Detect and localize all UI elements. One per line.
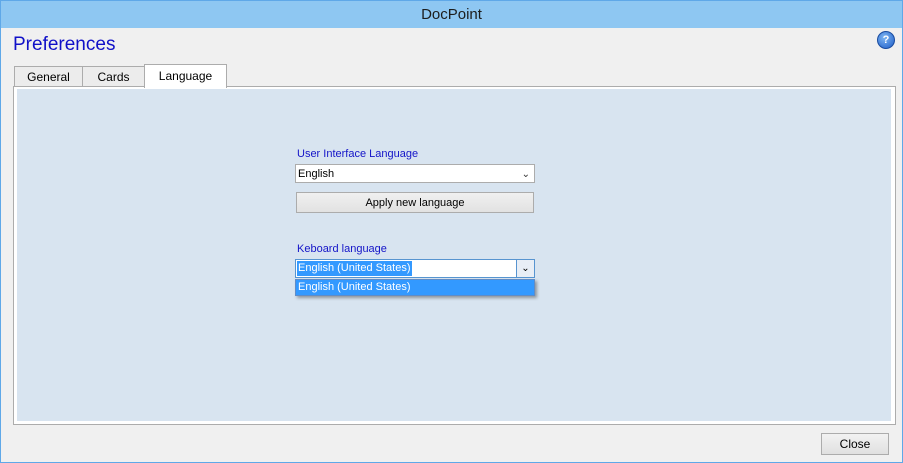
title-bar: DocPoint — [1, 1, 902, 28]
tab-language[interactable]: Language — [144, 64, 227, 88]
keyboard-language-value: English (United States) — [297, 261, 412, 276]
dropdown-option[interactable]: English (United States) — [296, 280, 534, 295]
keyboard-language-label: Keboard language — [297, 243, 387, 255]
language-panel — [17, 89, 891, 421]
chevron-down-icon: ⌄ — [521, 169, 530, 180]
ui-language-value: English — [298, 168, 335, 180]
close-button[interactable]: Close — [821, 433, 889, 455]
page-title: Preferences — [13, 34, 116, 55]
tab-cards[interactable]: Cards — [82, 66, 145, 87]
keyboard-language-dropdown: English (United States) — [295, 279, 535, 296]
keyboard-language-select[interactable]: English (United States) ⌄ — [295, 259, 535, 278]
help-icon[interactable]: ? — [877, 31, 895, 49]
chevron-down-icon[interactable]: ⌄ — [516, 260, 534, 277]
ui-language-label: User Interface Language — [297, 148, 419, 160]
apply-language-button[interactable]: Apply new language — [296, 192, 534, 213]
ui-language-select[interactable]: English ⌄ — [295, 164, 535, 183]
tab-general[interactable]: General — [14, 66, 83, 87]
